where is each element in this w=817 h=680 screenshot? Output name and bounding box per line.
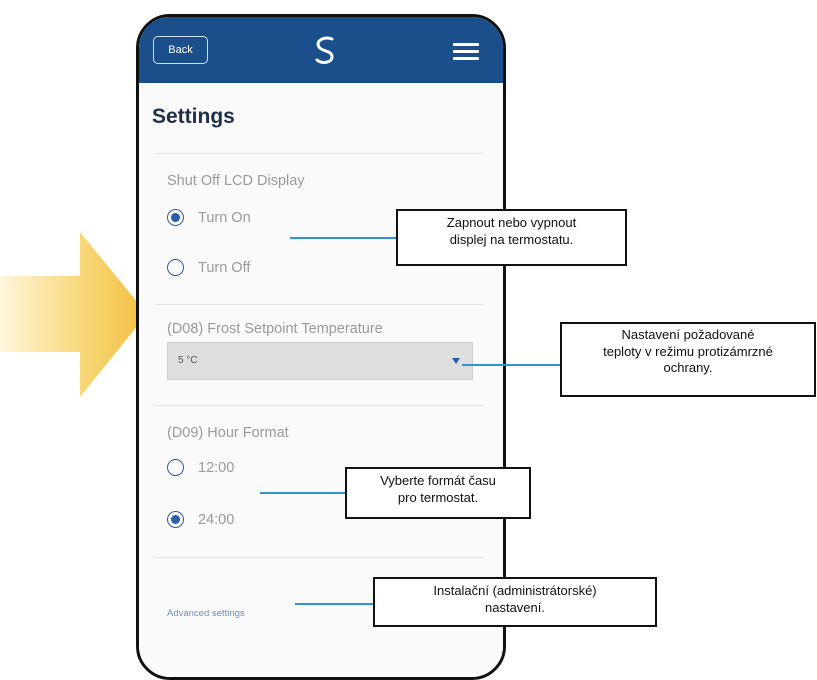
radio-circle-icon [167, 209, 184, 226]
radio-label: 12:00 [198, 459, 235, 476]
callout-line [295, 603, 375, 605]
callout-text: Zapnout nebo vypnout [446, 215, 577, 230]
callout-lcd: Zapnout nebo vypnout displej na termosta… [396, 209, 627, 266]
callout-text: Nastavení požadované [621, 327, 755, 342]
frost-section-title: (D08) Frost Setpoint Temperature [167, 321, 383, 337]
callout-line [290, 237, 397, 239]
radio-24-hour[interactable]: 24:00 [167, 511, 234, 528]
page-title: Settings [152, 105, 235, 128]
callout-line [260, 492, 346, 494]
radio-label: 24:00 [198, 511, 235, 528]
callout-advanced: Instalační (administrátorské) nastavení. [373, 577, 657, 627]
radio-circle-icon [167, 259, 184, 276]
callout-hour: Vyberte formát času pro termostat. [345, 467, 531, 519]
lcd-section-title: Shut Off LCD Display [167, 173, 305, 189]
select-value: 5 °C [178, 355, 198, 366]
radio-turn-off[interactable]: Turn Off [167, 259, 250, 276]
divider [155, 557, 483, 558]
callout-text: Instalační (administrátorské) [433, 583, 597, 598]
frost-temperature-select[interactable]: 5 °C [167, 342, 473, 380]
callout-text: teploty v režimu protizámrzné [603, 343, 773, 359]
callout-text: Vyberte formát času [380, 473, 496, 488]
callout-text: displej na termostatu. [449, 231, 574, 247]
divider [155, 405, 483, 406]
dropdown-caret-icon [452, 358, 460, 364]
app-header: Back [139, 17, 503, 83]
hour-section-title: (D09) Hour Format [167, 425, 289, 441]
divider [155, 304, 483, 305]
callout-text: pro termostat. [397, 489, 479, 505]
pointer-arrow-icon [0, 232, 147, 397]
radio-turn-on[interactable]: Turn On [167, 209, 251, 226]
radio-label: Turn Off [198, 259, 251, 276]
radio-12-hour[interactable]: 12:00 [167, 459, 234, 476]
back-button[interactable]: Back [153, 36, 208, 64]
callout-frost: Nastavení požadované teploty v režimu pr… [560, 322, 816, 397]
callout-text: ochrany. [663, 360, 713, 375]
radio-circle-icon [167, 511, 184, 528]
advanced-settings-link[interactable]: Advanced settings [167, 608, 245, 619]
radio-circle-icon [167, 459, 184, 476]
logo-icon [315, 36, 334, 64]
divider [155, 153, 483, 154]
hamburger-menu-icon[interactable] [453, 43, 479, 60]
callout-line [462, 364, 561, 366]
callout-text: nastavení. [485, 599, 545, 615]
radio-label: Turn On [198, 209, 251, 226]
